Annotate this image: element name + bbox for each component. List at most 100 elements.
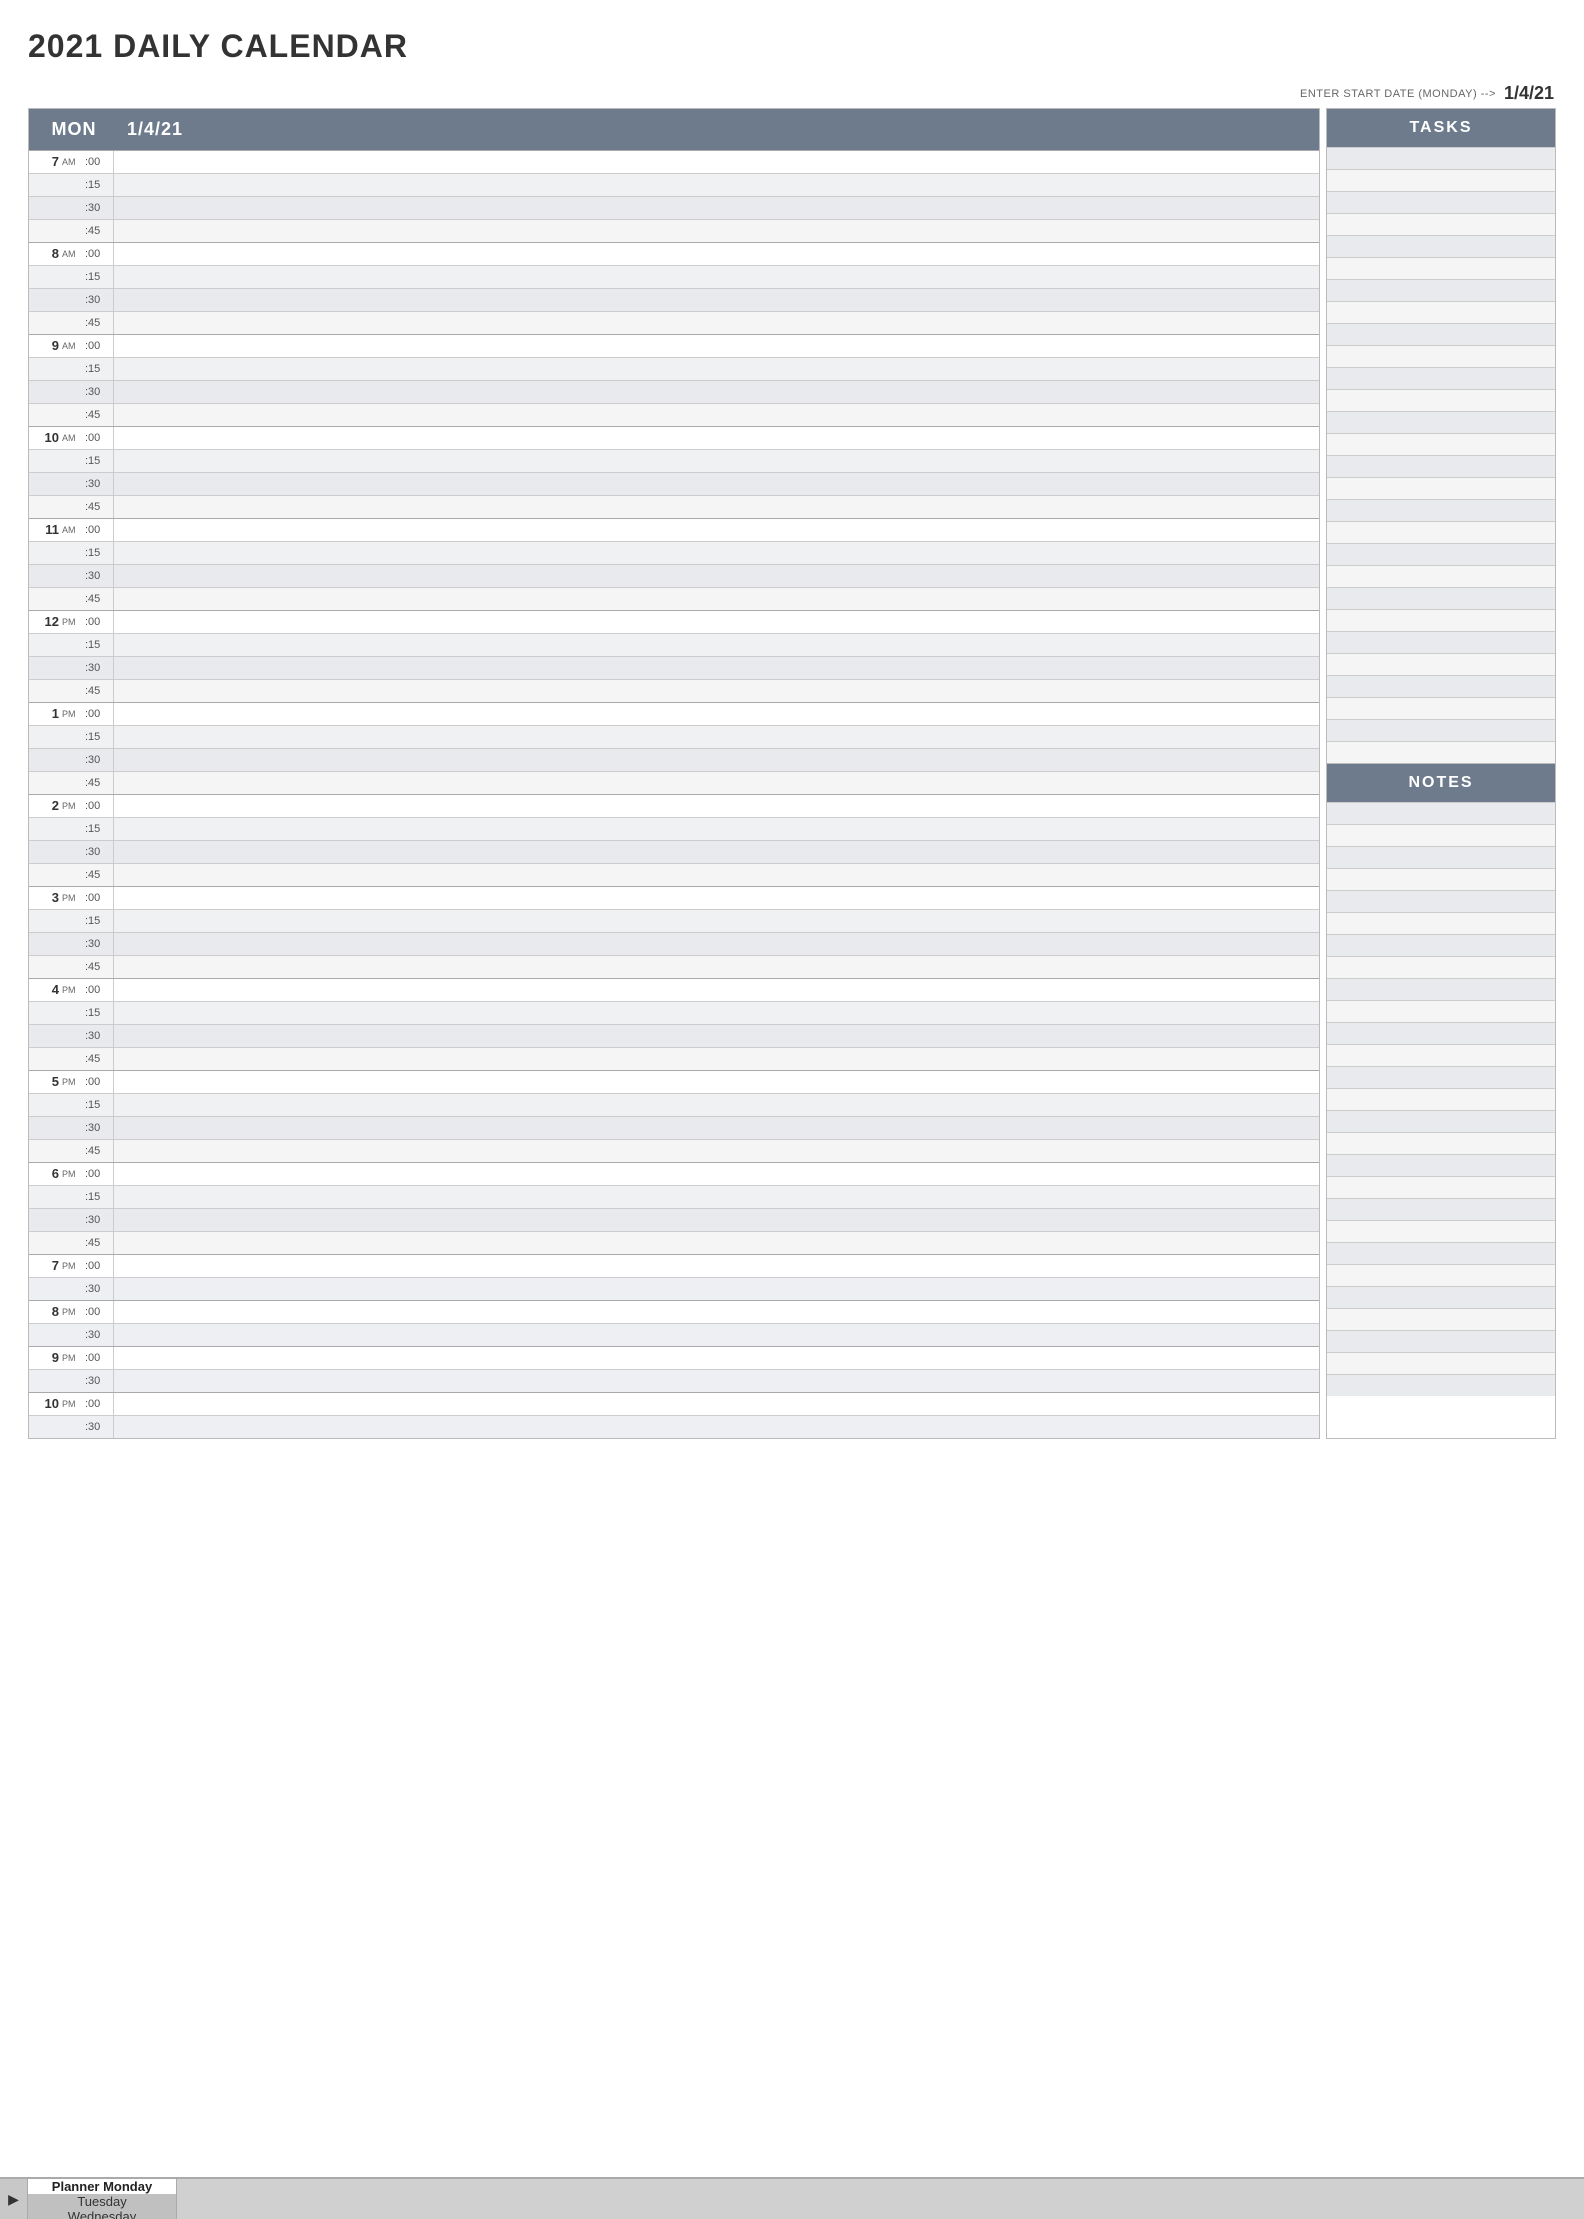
task-row[interactable] (1327, 565, 1555, 587)
notes-row[interactable] (1327, 846, 1555, 868)
time-row[interactable]: 1PM:00 (29, 702, 1319, 725)
time-row[interactable]: :15 (29, 725, 1319, 748)
time-content[interactable] (113, 220, 1319, 242)
task-row[interactable] (1327, 213, 1555, 235)
notes-row[interactable] (1327, 824, 1555, 846)
time-row[interactable]: :15 (29, 265, 1319, 288)
time-row[interactable]: :30 (29, 748, 1319, 771)
task-row[interactable] (1327, 587, 1555, 609)
time-row[interactable]: 7AM:00 (29, 150, 1319, 173)
notes-row[interactable] (1327, 956, 1555, 978)
time-content[interactable] (113, 772, 1319, 794)
time-row[interactable]: :45 (29, 863, 1319, 886)
task-row[interactable] (1327, 257, 1555, 279)
time-content[interactable] (113, 611, 1319, 633)
time-content[interactable] (113, 450, 1319, 472)
time-content[interactable] (113, 956, 1319, 978)
time-content[interactable] (113, 864, 1319, 886)
time-content[interactable] (113, 1255, 1319, 1277)
tab-planner-monday[interactable]: Planner Monday (28, 2179, 177, 2194)
task-row[interactable] (1327, 147, 1555, 169)
time-content[interactable] (113, 1232, 1319, 1254)
task-row[interactable] (1327, 477, 1555, 499)
time-row[interactable]: 6PM:00 (29, 1162, 1319, 1185)
time-row[interactable]: :45 (29, 495, 1319, 518)
time-content[interactable] (113, 1071, 1319, 1093)
task-row[interactable] (1327, 367, 1555, 389)
notes-row[interactable] (1327, 1132, 1555, 1154)
task-row[interactable] (1327, 301, 1555, 323)
time-row[interactable]: :15 (29, 633, 1319, 656)
notes-row[interactable] (1327, 1044, 1555, 1066)
time-row[interactable]: :30 (29, 1277, 1319, 1300)
notes-row[interactable] (1327, 1066, 1555, 1088)
time-content[interactable] (113, 542, 1319, 564)
time-row[interactable]: :15 (29, 541, 1319, 564)
time-content[interactable] (113, 841, 1319, 863)
time-content[interactable] (113, 1025, 1319, 1047)
time-content[interactable] (113, 726, 1319, 748)
task-row[interactable] (1327, 279, 1555, 301)
time-content[interactable] (113, 1278, 1319, 1300)
notes-row[interactable] (1327, 1022, 1555, 1044)
time-content[interactable] (113, 1117, 1319, 1139)
time-row[interactable]: 10PM:00 (29, 1392, 1319, 1415)
task-row[interactable] (1327, 499, 1555, 521)
time-row[interactable]: :15 (29, 817, 1319, 840)
time-row[interactable]: 2PM:00 (29, 794, 1319, 817)
notes-row[interactable] (1327, 868, 1555, 890)
time-content[interactable] (113, 197, 1319, 219)
time-row[interactable]: :45 (29, 771, 1319, 794)
start-date-value[interactable]: 1/4/21 (1504, 83, 1554, 104)
notes-row[interactable] (1327, 978, 1555, 1000)
time-content[interactable] (113, 1209, 1319, 1231)
task-row[interactable] (1327, 543, 1555, 565)
time-row[interactable]: :30 (29, 564, 1319, 587)
notes-row[interactable] (1327, 1330, 1555, 1352)
time-row[interactable]: :15 (29, 357, 1319, 380)
time-row[interactable]: :45 (29, 587, 1319, 610)
notes-row[interactable] (1327, 1264, 1555, 1286)
time-row[interactable]: 8AM:00 (29, 242, 1319, 265)
time-content[interactable] (113, 1324, 1319, 1346)
time-row[interactable]: :30 (29, 932, 1319, 955)
task-row[interactable] (1327, 521, 1555, 543)
time-content[interactable] (113, 243, 1319, 265)
time-row[interactable]: :45 (29, 311, 1319, 334)
time-row[interactable]: 5PM:00 (29, 1070, 1319, 1093)
time-row[interactable]: 7PM:00 (29, 1254, 1319, 1277)
time-row[interactable]: :45 (29, 403, 1319, 426)
time-content[interactable] (113, 1186, 1319, 1208)
notes-row[interactable] (1327, 1088, 1555, 1110)
time-content[interactable] (113, 266, 1319, 288)
time-content[interactable] (113, 335, 1319, 357)
notes-row[interactable] (1327, 1220, 1555, 1242)
time-content[interactable] (113, 818, 1319, 840)
notes-row[interactable] (1327, 1176, 1555, 1198)
time-content[interactable] (113, 1370, 1319, 1392)
time-row[interactable]: :15 (29, 1093, 1319, 1116)
task-row[interactable] (1327, 631, 1555, 653)
time-content[interactable] (113, 1002, 1319, 1024)
time-content[interactable] (113, 1347, 1319, 1369)
time-content[interactable] (113, 1140, 1319, 1162)
notes-row[interactable] (1327, 1000, 1555, 1022)
time-row[interactable]: :30 (29, 1415, 1319, 1438)
notes-row[interactable] (1327, 1242, 1555, 1264)
notes-row[interactable] (1327, 1110, 1555, 1132)
time-row[interactable]: :45 (29, 1047, 1319, 1070)
notes-row[interactable] (1327, 1154, 1555, 1176)
time-content[interactable] (113, 933, 1319, 955)
time-row[interactable]: :30 (29, 196, 1319, 219)
time-row[interactable]: :30 (29, 840, 1319, 863)
time-row[interactable]: 9PM:00 (29, 1346, 1319, 1369)
task-row[interactable] (1327, 345, 1555, 367)
task-row[interactable] (1327, 235, 1555, 257)
time-content[interactable] (113, 657, 1319, 679)
time-row[interactable]: 11AM:00 (29, 518, 1319, 541)
time-content[interactable] (113, 795, 1319, 817)
task-row[interactable] (1327, 741, 1555, 763)
time-content[interactable] (113, 404, 1319, 426)
task-row[interactable] (1327, 169, 1555, 191)
notes-row[interactable] (1327, 1374, 1555, 1396)
